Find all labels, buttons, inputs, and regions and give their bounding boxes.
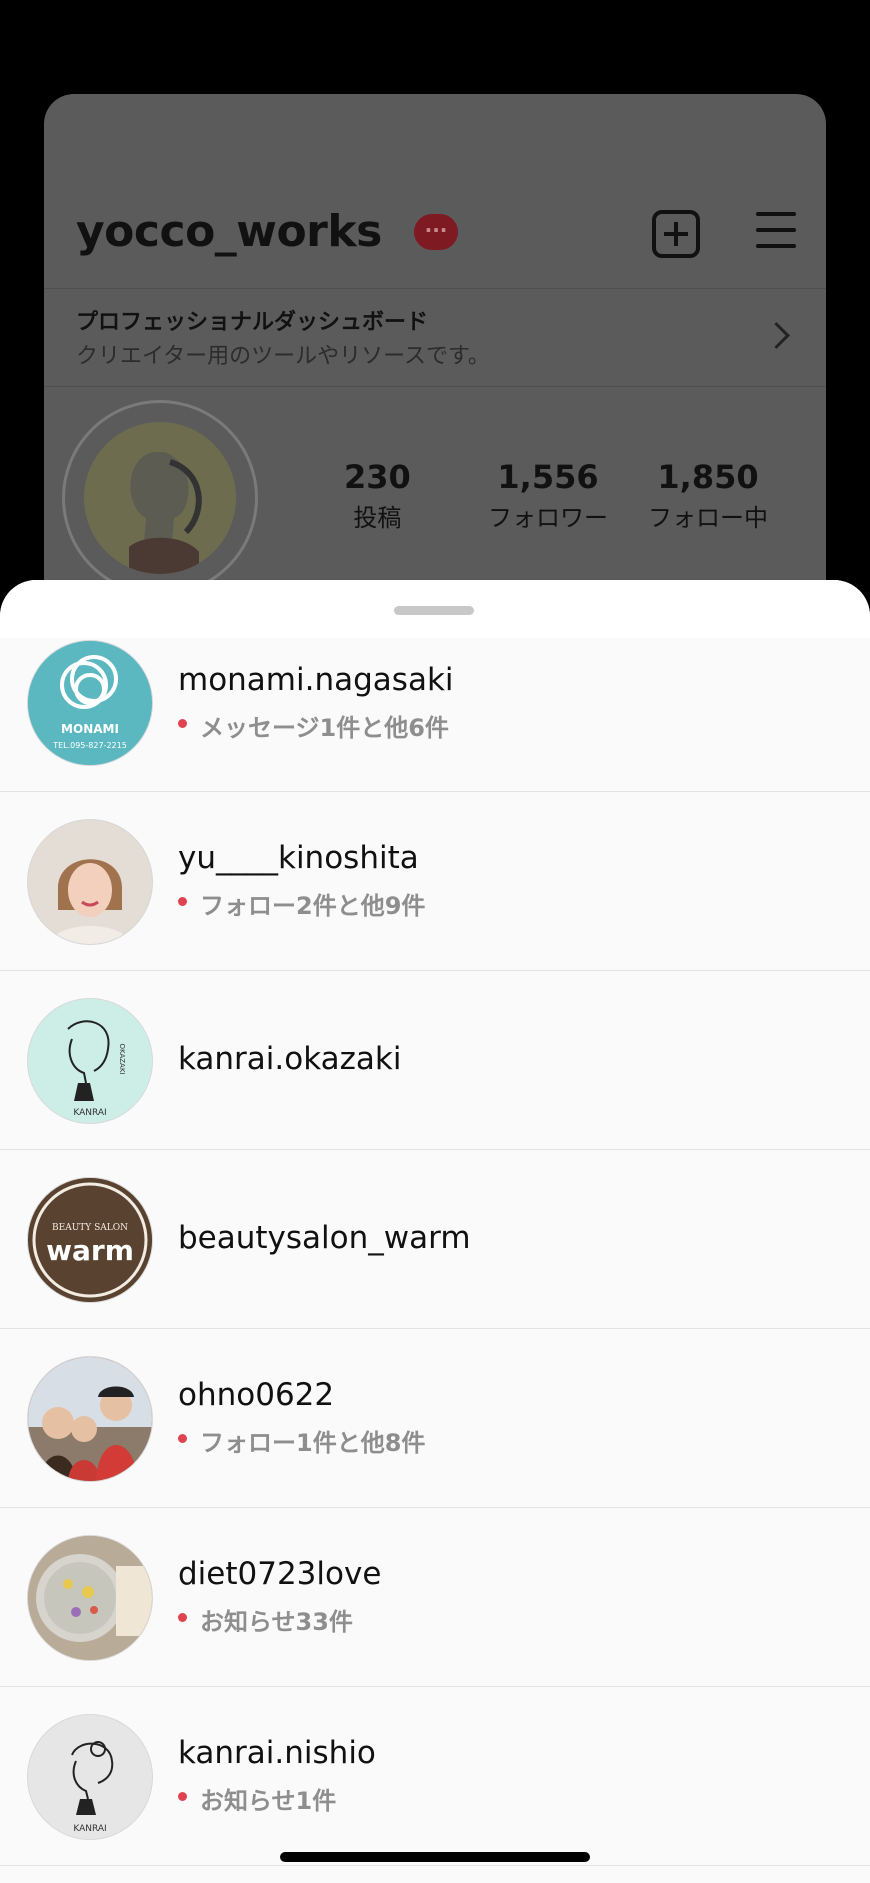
account-username: diet0723love xyxy=(178,1556,382,1592)
chevron-right-icon xyxy=(763,322,790,349)
divider xyxy=(44,386,826,387)
menu-icon xyxy=(756,212,796,248)
avatar-kanrai-text: KANRAI xyxy=(73,1824,106,1834)
sheet-grabber[interactable] xyxy=(394,606,474,615)
account-username: kanrai.okazaki xyxy=(178,1041,402,1077)
avatar: KANRAI OKAZAKI xyxy=(27,998,153,1124)
avatar: KANRAI xyxy=(27,1714,153,1840)
notification-dot xyxy=(178,1792,187,1801)
account-row-ohno0622[interactable]: ohno0622 フォロー1件と他8件 xyxy=(0,1329,870,1508)
sheet-header xyxy=(0,580,870,638)
account-activity: フォロー2件と他9件 xyxy=(178,886,425,921)
avatar: MONAMI TEL.095-827-2215 xyxy=(27,640,153,766)
account-username: monami.nagasaki xyxy=(178,662,454,698)
avatar xyxy=(27,1356,153,1482)
avatar xyxy=(27,1535,153,1661)
account-activity: フォロー1件と他8件 xyxy=(178,1423,425,1458)
notification-dot xyxy=(178,1613,187,1622)
profile-avatar xyxy=(84,422,236,574)
notification-dot xyxy=(178,719,187,728)
dashboard-subtitle: クリエイター用のツールやリソースです。 xyxy=(76,344,490,369)
avatar-kanrai-text: KANRAI xyxy=(73,1108,106,1118)
account-activity: メッセージ1件と他6件 xyxy=(178,708,449,743)
avatar-okazaki-text: OKAZAKI xyxy=(118,1043,126,1074)
divider xyxy=(44,288,826,289)
avatar-warm-text: warm xyxy=(46,1234,134,1267)
avatar-salon-text: BEAUTY SALON xyxy=(52,1223,128,1233)
account-row-kanrai-nishio[interactable]: KANRAI kanrai.nishio お知らせ1件 xyxy=(0,1687,870,1866)
notification-badge: ··· xyxy=(414,214,458,250)
account-username: kanrai.nishio xyxy=(178,1735,376,1771)
account-switcher-sheet: MONAMI TEL.095-827-2215 monami.nagasaki … xyxy=(0,580,870,1883)
avatar-tel-text: TEL.095-827-2215 xyxy=(52,741,127,750)
avatar xyxy=(27,819,153,945)
account-username: yu____kinoshita xyxy=(178,840,419,876)
stat-followers: 1,556 フォロワー xyxy=(488,458,608,532)
avatar: BEAUTY SALON warm xyxy=(27,1177,153,1303)
account-row-beautysalon-warm[interactable]: BEAUTY SALON warm beautysalon_warm xyxy=(0,1150,870,1329)
create-post-icon xyxy=(652,210,700,258)
stat-posts: 230 投稿 xyxy=(344,458,411,532)
account-row-diet0723love[interactable]: diet0723love お知らせ33件 xyxy=(0,1508,870,1687)
stat-following: 1,850 フォロー中 xyxy=(648,458,768,532)
home-indicator[interactable] xyxy=(280,1852,590,1862)
account-row-kanrai-okazaki[interactable]: KANRAI OKAZAKI kanrai.okazaki xyxy=(0,971,870,1150)
notification-dot xyxy=(178,897,187,906)
account-username: beautysalon_warm xyxy=(178,1220,471,1256)
account-row-yu-kinoshita[interactable]: yu____kinoshita フォロー2件と他9件 xyxy=(0,792,870,971)
account-activity: お知らせ33件 xyxy=(178,1602,353,1637)
account-username: ohno0622 xyxy=(178,1377,335,1413)
account-row-monami-nagasaki[interactable]: MONAMI TEL.095-827-2215 monami.nagasaki … xyxy=(0,638,870,792)
notification-dot xyxy=(178,1434,187,1443)
profile-username: yocco_works xyxy=(76,206,382,257)
profile-header: yocco_works ··· xyxy=(76,206,796,266)
account-activity: お知らせ1件 xyxy=(178,1781,336,1816)
avatar-brand-text: MONAMI xyxy=(61,722,119,736)
dashboard-title: プロフェッショナルダッシュボード xyxy=(76,310,429,335)
